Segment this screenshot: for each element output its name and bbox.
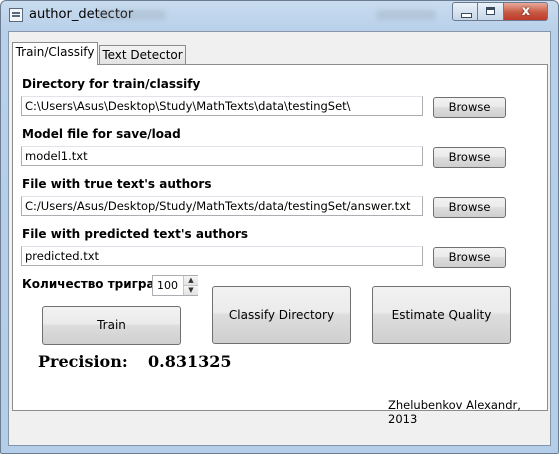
minimize-button[interactable] bbox=[452, 2, 478, 21]
client-area: Train/Classify Text Detector Directory f… bbox=[8, 31, 551, 446]
minimize-icon bbox=[461, 13, 472, 18]
estimate-quality-button[interactable]: Estimate Quality bbox=[372, 286, 511, 344]
spin-down-icon[interactable]: ▼ bbox=[183, 285, 198, 295]
classify-directory-button[interactable]: Classify Directory bbox=[212, 286, 351, 344]
precision-label: Precision: bbox=[38, 352, 128, 371]
close-button[interactable]: x bbox=[504, 2, 548, 21]
title-bar[interactable]: author_detector x bbox=[1, 1, 558, 31]
spin-up-icon[interactable]: ▲ bbox=[183, 276, 198, 285]
true-authors-label: File with true text's authors bbox=[22, 177, 212, 191]
precision-value: 0.831325 bbox=[148, 352, 232, 371]
author-credit: Zhelubenkov Alexandr, 2013 bbox=[388, 398, 521, 426]
browse-true-authors-button[interactable]: Browse bbox=[433, 197, 506, 218]
predicted-authors-label: File with predicted text's authors bbox=[22, 227, 249, 241]
trigram-count-value[interactable]: 100 bbox=[157, 276, 178, 295]
directory-field[interactable]: C:\Users\Asus\Desktop\Study\MathTexts\da… bbox=[21, 96, 423, 116]
tab-train-classify[interactable]: Train/Classify bbox=[12, 42, 98, 65]
browse-model-button[interactable]: Browse bbox=[433, 147, 506, 168]
app-icon bbox=[9, 8, 23, 22]
maximize-icon bbox=[486, 7, 495, 15]
directory-label: Directory for train/classify bbox=[22, 77, 201, 91]
train-button[interactable]: Train bbox=[42, 306, 181, 345]
app-window: author_detector x Train/Classify Text De… bbox=[0, 0, 559, 454]
blurred-title-region bbox=[376, 10, 436, 20]
predicted-authors-field[interactable]: predicted.txt bbox=[21, 246, 423, 266]
model-file-field[interactable]: model1.txt bbox=[21, 146, 423, 166]
model-file-label: Model file for save/load bbox=[22, 127, 181, 141]
trigram-count-spinbox[interactable]: 100 ▲ ▼ bbox=[152, 275, 198, 296]
blurred-title-region bbox=[96, 10, 166, 20]
true-authors-field[interactable]: C:/Users/Asus/Desktop/Study/MathTexts/da… bbox=[21, 196, 423, 216]
browse-directory-button[interactable]: Browse bbox=[433, 97, 506, 118]
close-icon: x bbox=[521, 4, 531, 19]
browse-predicted-button[interactable]: Browse bbox=[433, 247, 506, 268]
tab-text-detector[interactable]: Text Detector bbox=[99, 45, 186, 65]
maximize-button[interactable] bbox=[478, 2, 504, 21]
